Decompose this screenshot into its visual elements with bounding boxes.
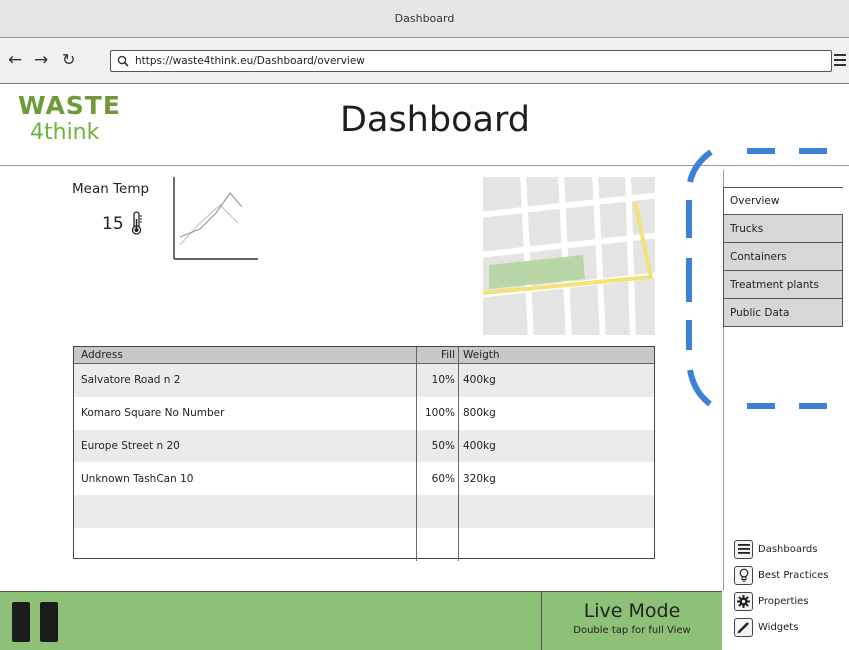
cell-address: Europe Street n 20 (74, 429, 417, 463)
side-menu-dashboards[interactable]: Dashboards (734, 536, 849, 562)
url-text: https://waste4think.eu/Dashboard/overvie… (135, 55, 365, 67)
cell-fill: 50% (417, 429, 459, 463)
table-header: Address Fill Weigth (74, 346, 654, 364)
cell-fill (417, 495, 459, 528)
window-title: Dashboard (394, 12, 455, 25)
thermometer-icon (131, 211, 142, 235)
back-arrow-icon[interactable]: ← (8, 50, 22, 70)
page-title: Dashboard (340, 100, 530, 140)
cell-fill: 60% (417, 462, 459, 496)
cell-weight: 400kg (463, 439, 496, 452)
table-row[interactable]: Europe Street n 20 50% 400kg (74, 429, 654, 463)
cell-weight (459, 495, 654, 528)
cell-address: Unknown TashCan 10 (74, 462, 417, 496)
gear-icon (734, 591, 753, 611)
cell-fill: 10% (417, 364, 459, 397)
temperature-sparkline (173, 177, 258, 260)
map-graphic (483, 177, 655, 335)
hamburger-menu-icon[interactable] (833, 50, 847, 70)
forward-arrow-icon[interactable]: → (34, 50, 48, 70)
cell-weight (459, 528, 654, 561)
logo-bottom-text: 4think (30, 120, 100, 145)
table-row[interactable]: Unknown TashCan 10 60% 320kg (74, 462, 654, 496)
dashed-annotation-bracket (686, 148, 827, 409)
mean-temp-label: Mean Temp (72, 181, 150, 197)
side-menu-properties[interactable]: Properties (734, 588, 849, 614)
pause-icon (40, 602, 58, 642)
lightbulb-icon (734, 565, 753, 585)
pause-button[interactable] (8, 602, 62, 642)
table-row[interactable]: Salvatore Road n 2 10% 400kg (74, 364, 654, 397)
logo-top-text: WASTE (18, 91, 121, 120)
cell-address: Komaro Square No Number (74, 396, 417, 430)
side-menu-best-practices[interactable]: Best Practices (734, 562, 849, 588)
cell-address (74, 527, 417, 561)
cell-fill (417, 527, 459, 561)
side-menu: Dashboards Best Practices Properties Wid… (734, 536, 849, 640)
mean-temp-value: 15 (102, 214, 124, 234)
footer-bar: Live Mode Double tap for full View (0, 591, 722, 650)
cell-address (74, 495, 417, 528)
address-bar[interactable]: https://waste4think.eu/Dashboard/overvie… (110, 50, 832, 72)
table-row-empty (74, 495, 654, 528)
column-header-weight[interactable]: Weigth (459, 347, 654, 364)
live-mode-title: Live Mode (583, 600, 681, 622)
side-menu-label: Dashboards (758, 543, 818, 555)
side-menu-label: Best Practices (758, 569, 829, 581)
cell-weight: 400kg (463, 374, 496, 387)
window-titlebar: Dashboard (0, 0, 849, 38)
side-menu-label: Properties (758, 595, 809, 607)
side-menu-label: Widgets (758, 621, 799, 633)
cell-address: Salvatore Road n 2 (74, 364, 417, 397)
table-row[interactable]: Komaro Square No Number 100% 800kg (74, 396, 654, 430)
cell-fill: 100% (417, 396, 459, 430)
browser-navbar: ← → ↻ https://waste4think.eu/Dashboard/o… (0, 38, 849, 84)
containers-table: Address Fill Weigth Salvatore Road n 2 1… (73, 346, 655, 561)
side-menu-widgets[interactable]: Widgets (734, 614, 849, 640)
column-header-fill[interactable]: Fill (417, 346, 459, 364)
live-mode-button[interactable]: Live Mode Double tap for full View (541, 592, 722, 650)
table-row-empty (74, 527, 654, 561)
pause-icon (12, 602, 30, 642)
map-widget[interactable] (483, 177, 655, 335)
cell-weight: 320kg (463, 472, 496, 485)
waste4think-logo[interactable]: WASTE 4think (18, 92, 138, 158)
reload-icon[interactable]: ↻ (62, 50, 75, 70)
column-header-address[interactable]: Address (74, 346, 417, 364)
pencil-icon (734, 617, 753, 637)
search-icon (117, 55, 129, 67)
cell-weight: 800kg (463, 407, 496, 420)
live-mode-subtitle: Double tap for full View (573, 625, 691, 636)
list-icon (734, 539, 753, 559)
